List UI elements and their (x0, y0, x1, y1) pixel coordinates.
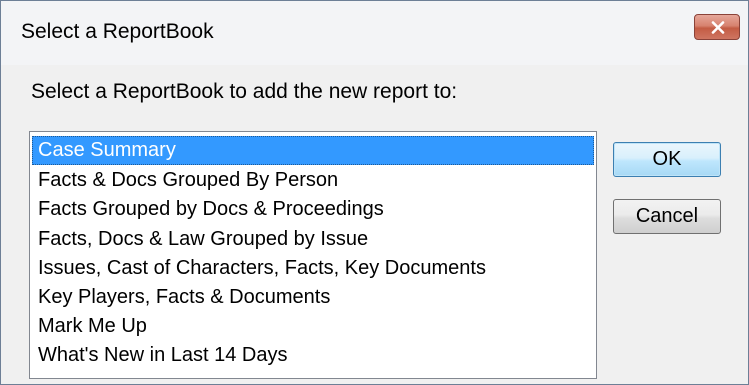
list-item[interactable]: Case Summary (32, 136, 594, 165)
list-item[interactable]: What's New in Last 14 Days (32, 341, 594, 370)
instruction-text: Select a ReportBook to add the new repor… (31, 80, 458, 103)
list-item[interactable]: Facts, Docs & Law Grouped by Issue (32, 225, 594, 254)
window-title: Select a ReportBook (21, 20, 214, 43)
select-reportbook-dialog: Select a ReportBook Select a ReportBook … (0, 0, 749, 385)
ok-button[interactable]: OK (613, 142, 721, 177)
list-item[interactable]: Key Players, Facts & Documents (32, 283, 594, 312)
reportbook-listbox[interactable]: Case Summary Facts & Docs Grouped By Per… (29, 131, 597, 379)
cancel-button[interactable]: Cancel (613, 199, 721, 234)
close-icon (711, 21, 725, 34)
list-item[interactable]: Issues, Cast of Characters, Facts, Key D… (32, 254, 594, 283)
title-bar: Select a ReportBook (1, 1, 748, 65)
list-item[interactable]: Mark Me Up (32, 312, 594, 341)
close-button[interactable] (694, 14, 740, 40)
list-item[interactable]: Facts & Docs Grouped By Person (32, 166, 594, 195)
list-item[interactable]: Facts Grouped by Docs & Proceedings (32, 195, 594, 224)
